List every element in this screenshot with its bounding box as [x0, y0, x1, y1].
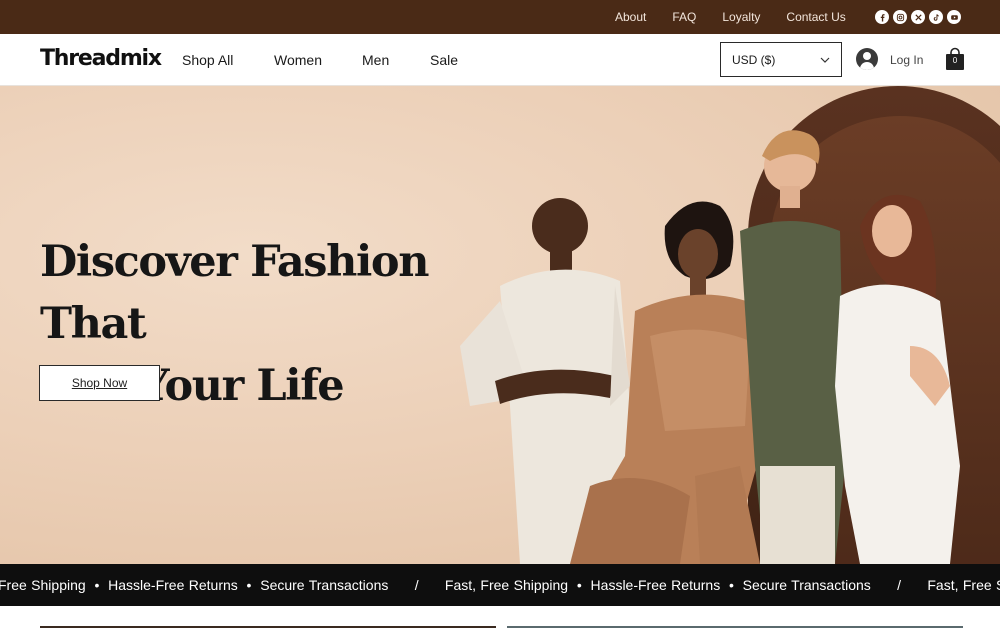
social-links: [875, 10, 961, 24]
facebook-icon[interactable]: [875, 10, 889, 24]
top-link-loyalty[interactable]: Loyalty: [722, 10, 760, 24]
tiktok-icon[interactable]: [929, 10, 943, 24]
x-icon[interactable]: [911, 10, 925, 24]
youtube-icon[interactable]: [947, 10, 961, 24]
top-utility-bar: About FAQ Loyalty Contact Us: [0, 0, 1000, 34]
brand-logo[interactable]: Threadmix: [40, 46, 162, 71]
top-link-contact[interactable]: Contact Us: [786, 10, 845, 24]
featured-section-top: [0, 606, 1000, 628]
ticker-text: Free Shipping • Hassle-Free Returns • Se…: [0, 577, 1000, 593]
currency-select[interactable]: USD ($): [720, 42, 842, 77]
nav-women[interactable]: Women: [274, 52, 322, 68]
hero-models-image: [460, 130, 960, 564]
login-link[interactable]: Log In: [890, 53, 923, 67]
nav-shop-all[interactable]: Shop All: [182, 52, 233, 68]
top-link-about[interactable]: About: [615, 10, 646, 24]
currency-value: USD ($): [732, 52, 776, 67]
hero-title-line-1: Discover Fashion That: [40, 237, 429, 349]
top-nav: About FAQ Loyalty Contact Us: [615, 10, 846, 24]
nav-men[interactable]: Men: [362, 52, 389, 68]
promo-ticker: Free Shipping • Hassle-Free Returns • Se…: [0, 564, 1000, 606]
shop-now-button[interactable]: Shop Now: [39, 365, 160, 401]
nav-sale[interactable]: Sale: [430, 52, 458, 68]
hero-banner: Discover Fashion That Fits Your Life Sho…: [0, 86, 1000, 564]
cart-count: 0: [952, 56, 958, 65]
chevron-down-icon: [820, 57, 830, 63]
instagram-icon[interactable]: [893, 10, 907, 24]
main-header: Threadmix Shop All Women Men Sale USD ($…: [0, 34, 1000, 86]
top-link-faq[interactable]: FAQ: [672, 10, 696, 24]
avatar-icon[interactable]: [856, 48, 878, 70]
